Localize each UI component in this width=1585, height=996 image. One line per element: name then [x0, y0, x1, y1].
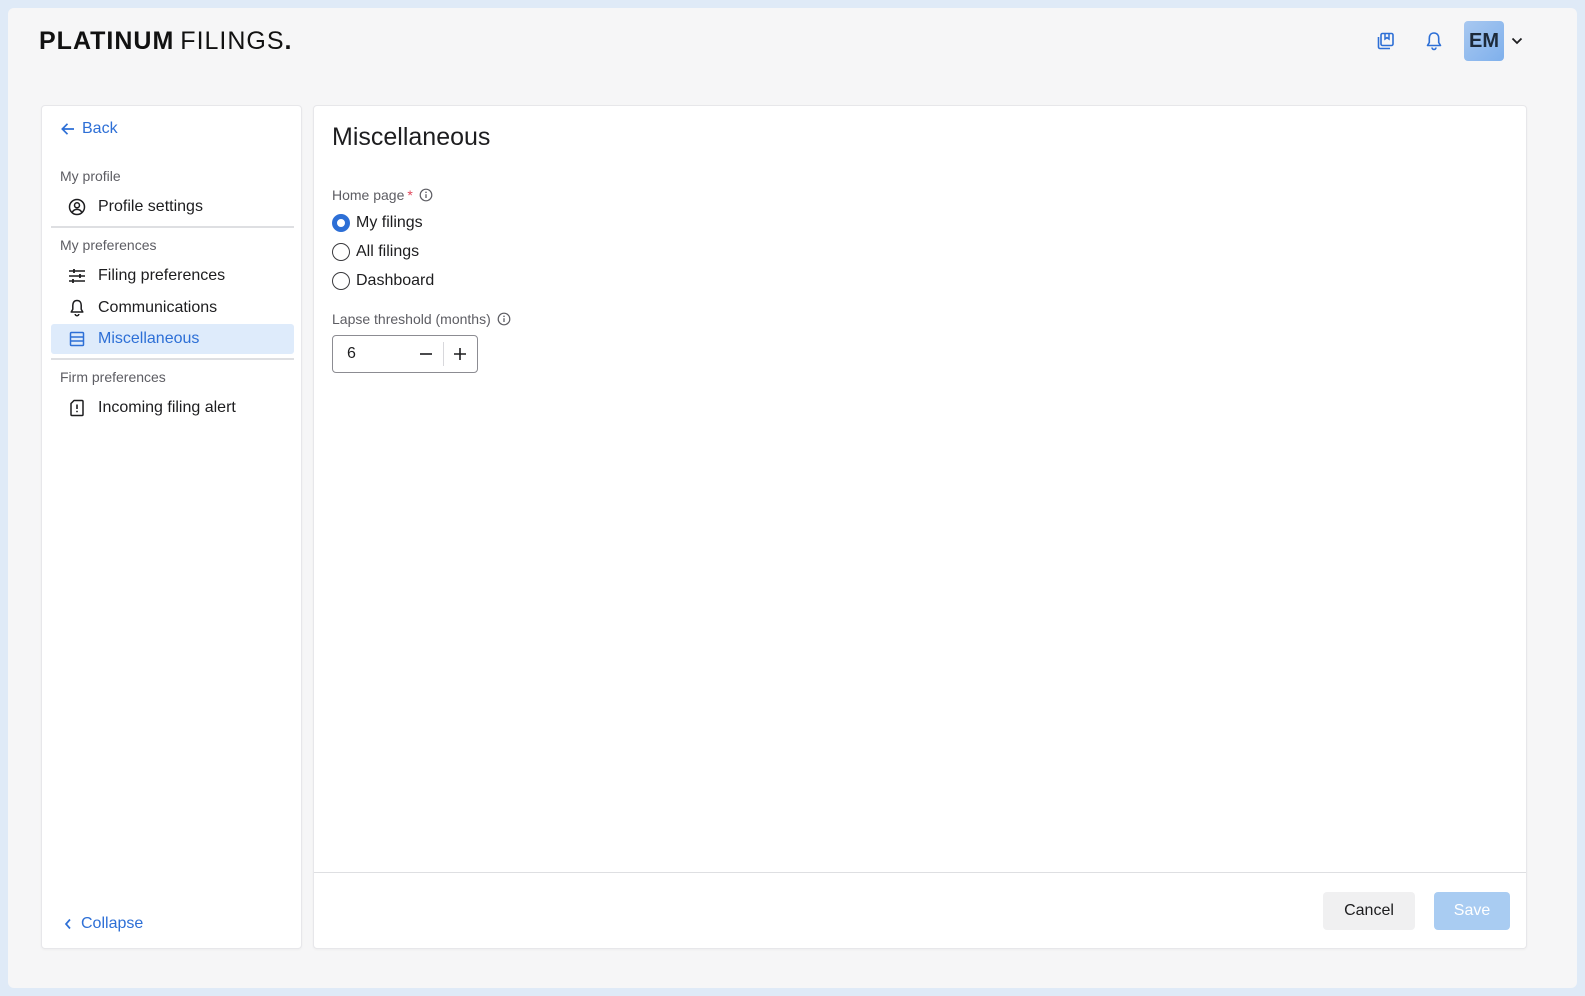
main-panel: Miscellaneous Home page * My filings All… — [313, 105, 1527, 949]
sidebar-item-miscellaneous[interactable]: Miscellaneous — [51, 324, 294, 354]
section-firm-preferences: Firm preferences — [60, 369, 166, 385]
notifications-button[interactable] — [1421, 28, 1447, 54]
sidebar-item-filing-preferences[interactable]: Filing preferences — [51, 261, 294, 291]
sidebar-item-label: Incoming filing alert — [98, 399, 236, 416]
required-marker: * — [407, 187, 413, 203]
document-alert-icon — [68, 399, 86, 417]
page-title: Miscellaneous — [332, 123, 491, 151]
radio-button-checked[interactable] — [332, 214, 350, 232]
documents-icon — [1377, 32, 1394, 50]
collapse-sidebar-button[interactable]: Collapse — [64, 915, 143, 933]
collapse-label: Collapse — [81, 915, 144, 932]
divider — [51, 226, 294, 228]
save-button[interactable]: Save — [1434, 892, 1510, 930]
info-icon[interactable] — [497, 312, 511, 326]
bell-icon — [68, 299, 86, 317]
home-page-label: Home page * — [332, 187, 433, 203]
sidebar-item-label: Communications — [98, 299, 218, 316]
lapse-threshold-stepper — [332, 335, 478, 373]
divider — [51, 358, 294, 360]
lapse-threshold-label: Lapse threshold (months) — [332, 311, 511, 327]
brand-light: FILINGS — [180, 27, 285, 55]
minus-icon — [419, 353, 432, 355]
cancel-button[interactable]: Cancel — [1323, 892, 1415, 930]
info-icon[interactable] — [419, 188, 433, 202]
app-frame: PLATINUM FILINGS . EM Back My profile Pr… — [8, 8, 1577, 988]
sidebar-item-incoming-filing-alert[interactable]: Incoming filing alert — [51, 393, 294, 423]
arrow-left-icon — [61, 123, 74, 135]
list-box-icon — [68, 330, 86, 348]
user-avatar[interactable]: EM — [1464, 21, 1504, 61]
documents-icon-button[interactable] — [1373, 28, 1399, 54]
brand-logo[interactable]: PLATINUM FILINGS . — [39, 27, 293, 56]
radio-my-filings[interactable]: My filings — [332, 214, 423, 232]
radio-label: Dashboard — [356, 272, 435, 289]
bell-icon — [1426, 32, 1442, 51]
sidebar-item-label: Miscellaneous — [98, 330, 200, 347]
back-link[interactable]: Back — [60, 120, 118, 138]
sidebar-item-label: Profile settings — [98, 198, 203, 215]
sliders-icon — [68, 267, 86, 285]
radio-label: My filings — [356, 214, 423, 231]
lapse-threshold-input[interactable] — [333, 345, 409, 363]
brand-dot: . — [284, 27, 293, 55]
increment-button[interactable] — [443, 336, 477, 372]
radio-button[interactable] — [332, 272, 350, 290]
chevron-down-icon[interactable] — [1508, 32, 1526, 50]
radio-button[interactable] — [332, 243, 350, 261]
radio-dashboard[interactable]: Dashboard — [332, 272, 434, 290]
radio-all-filings[interactable]: All filings — [332, 243, 419, 261]
settings-sidebar: Back My profile Profile settings My pref… — [41, 105, 302, 949]
user-circle-icon — [68, 198, 86, 216]
back-label: Back — [82, 120, 118, 137]
home-page-label-text: Home page — [332, 187, 405, 203]
brand-bold: PLATINUM — [39, 27, 175, 55]
section-my-preferences: My preferences — [60, 237, 157, 253]
decrement-button[interactable] — [409, 336, 443, 372]
section-my-profile: My profile — [60, 168, 121, 184]
footer-divider — [314, 872, 1526, 873]
sidebar-item-profile-settings[interactable]: Profile settings — [51, 192, 294, 222]
sidebar-item-communications[interactable]: Communications — [51, 293, 294, 323]
chevron-left-icon — [64, 918, 71, 930]
plus-icon — [454, 348, 467, 360]
radio-label: All filings — [356, 243, 420, 260]
lapse-threshold-label-text: Lapse threshold (months) — [332, 311, 491, 327]
sidebar-item-label: Filing preferences — [98, 267, 226, 284]
